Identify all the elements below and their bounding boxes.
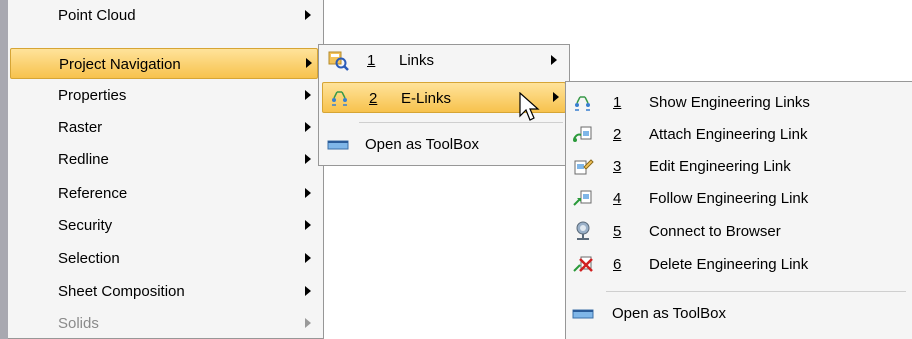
delete-link-icon — [572, 253, 594, 275]
attach-link-icon — [572, 123, 594, 145]
menu-item-raster[interactable]: Raster — [8, 112, 323, 143]
browser-icon — [572, 220, 594, 242]
follow-link-icon — [572, 187, 594, 209]
elinks-submenu: 1 Show Engineering Links 2 Attach Engine… — [565, 81, 912, 339]
menu-item-point-cloud[interactable]: Point Cloud — [8, 0, 323, 31]
submenu-arrow-icon — [305, 286, 311, 296]
menu-item-connect-to-browser[interactable]: 5 Connect to Browser — [566, 216, 912, 247]
window-edge — [0, 0, 8, 339]
submenu-arrow-icon — [305, 10, 311, 20]
menu-separator — [606, 291, 906, 292]
menu-item-links[interactable]: 1 Links — [319, 45, 569, 76]
submenu-arrow-icon — [305, 154, 311, 164]
elinks-icon — [329, 86, 351, 108]
menu-item-selection[interactable]: Selection — [8, 243, 323, 274]
menu-item-project-navigation[interactable]: Project Navigation — [10, 48, 318, 79]
menu-item-delete-engineering-link[interactable]: 6 Delete Engineering Link — [566, 249, 912, 280]
toolbox-icon — [572, 302, 594, 324]
submenu-arrow-icon — [305, 318, 311, 328]
menu-item-security[interactable]: Security — [8, 210, 323, 241]
edit-link-icon — [572, 155, 594, 177]
menu-item-show-engineering-links[interactable]: 1 Show Engineering Links — [566, 87, 912, 118]
submenu-arrow-icon — [305, 253, 311, 263]
menu-item-attach-engineering-link[interactable]: 2 Attach Engineering Link — [566, 119, 912, 150]
submenu-arrow-icon — [305, 122, 311, 132]
menu-item-redline[interactable]: Redline — [8, 144, 323, 175]
menu-item-open-as-toolbox[interactable]: Open as ToolBox — [319, 129, 569, 160]
menu-item-reference[interactable]: Reference — [8, 178, 323, 209]
menu-item-open-as-toolbox[interactable]: Open as ToolBox — [566, 298, 912, 329]
links-icon — [327, 49, 349, 71]
submenu-arrow-icon — [553, 92, 559, 102]
submenu-arrow-icon — [306, 58, 312, 68]
menu-item-follow-engineering-link[interactable]: 4 Follow Engineering Link — [566, 183, 912, 214]
menu-item-sheet-composition[interactable]: Sheet Composition — [8, 276, 323, 307]
show-links-icon — [572, 91, 594, 113]
mouse-cursor-icon — [519, 91, 541, 124]
toolbox-icon — [327, 133, 349, 155]
submenu-arrow-icon — [305, 188, 311, 198]
menu-item-edit-engineering-link[interactable]: 3 Edit Engineering Link — [566, 151, 912, 182]
submenu-arrow-icon — [305, 220, 311, 230]
submenu-arrow-icon — [305, 90, 311, 100]
main-menu: Point Cloud Project Navigation Propertie… — [8, 0, 324, 339]
menu-item-properties[interactable]: Properties — [8, 80, 323, 111]
submenu-arrow-icon — [551, 55, 557, 65]
menu-item-solids[interactable]: Solids — [8, 308, 323, 339]
